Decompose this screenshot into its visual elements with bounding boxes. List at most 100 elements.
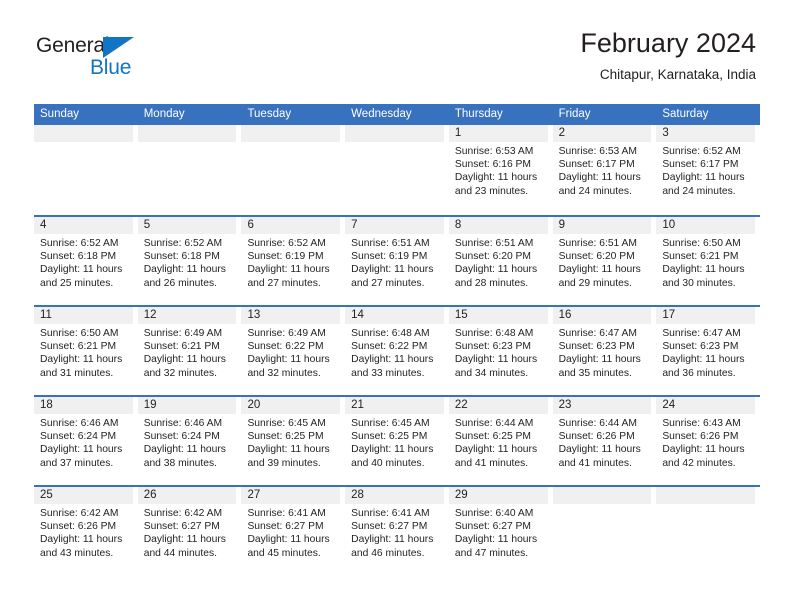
day-number-band: 4 [34, 217, 133, 234]
day-number-band [241, 125, 341, 142]
day-number-band [552, 487, 652, 504]
calendar-day-cell[interactable]: 22 Sunrise: 6:44 AM Sunset: 6:25 PM Dayligh… [448, 397, 553, 485]
day-number-band: 17 [656, 307, 756, 324]
calendar-week-row: 25 Sunrise: 6:42 AM Sunset: 6:26 PM Dayligh… [34, 485, 760, 575]
day-number-band: 11 [34, 307, 133, 324]
calendar-day-cell[interactable]: 17 Sunrise: 6:47 AM Sunset: 6:23 PM Dayligh… [656, 307, 760, 395]
calendar-day-cell[interactable]: 25 Sunrise: 6:42 AM Sunset: 6:26 PM Dayligh… [34, 487, 138, 575]
calendar-day-cell[interactable]: 29 Sunrise: 6:40 AM Sunset: 6:27 PM Dayligh… [448, 487, 553, 575]
calendar-day-cell[interactable]: 12 Sunrise: 6:49 AM Sunset: 6:21 PM Dayligh… [137, 307, 242, 395]
sunset-text: Sunset: 6:26 PM [558, 431, 635, 443]
daylight-text-line1: Daylight: 11 hours [40, 354, 123, 366]
daylight-text-line1: Daylight: 11 hours [351, 264, 434, 276]
calendar-day-cell[interactable]: 15 Sunrise: 6:48 AM Sunset: 6:23 PM Dayligh… [448, 307, 553, 395]
day-number-band: 9 [552, 217, 652, 234]
calendar-day-cell[interactable]: 9 Sunrise: 6:51 AM Sunset: 6:20 PM Daylight… [552, 217, 657, 305]
day-sun-info: Sunrise: 6:50 AM Sunset: 6:21 PM Daylight:… [656, 234, 758, 290]
day-number: 18 [40, 399, 53, 411]
day-sun-info: Sunrise: 6:47 AM Sunset: 6:23 PM Daylight:… [656, 324, 758, 380]
day-number: 23 [558, 399, 572, 411]
sunrise-text: Sunrise: 6:42 AM [40, 508, 119, 519]
calendar-day-cell[interactable]: 6 Sunrise: 6:52 AM Sunset: 6:19 PM Daylight… [241, 217, 345, 305]
day-number-band: 16 [552, 307, 652, 324]
calendar-day-cell[interactable]: 20 Sunrise: 6:45 AM Sunset: 6:25 PM Dayligh… [241, 397, 345, 485]
daylight-text-line2: and 25 minutes. [40, 277, 114, 289]
calendar-day-cell[interactable]: 4 Sunrise: 6:52 AM Sunset: 6:18 PM Daylight… [34, 217, 138, 305]
weekday-header-friday: Friday [558, 108, 591, 120]
day-number: 2 [558, 127, 565, 139]
daylight-text-line2: and 24 minutes. [558, 185, 632, 197]
day-sun-info: Sunrise: 6:44 AM Sunset: 6:25 PM Daylight:… [449, 414, 551, 470]
calendar-day-cell-empty [345, 125, 449, 215]
day-number: 24 [662, 399, 676, 411]
daylight-text-line1: Daylight: 11 hours [662, 354, 745, 366]
sunset-text: Sunset: 6:25 PM [351, 431, 428, 443]
daylight-text-line1: Daylight: 11 hours [454, 444, 538, 456]
sunset-text: Sunset: 6:19 PM [247, 251, 324, 263]
day-number: 16 [558, 309, 572, 321]
day-sun-info: Sunrise: 6:43 AM Sunset: 6:26 PM Daylight:… [656, 414, 758, 470]
daylight-text-line1: Daylight: 11 hours [454, 264, 538, 276]
daylight-text-line1: Daylight: 11 hours [454, 534, 538, 546]
daylight-text-line1: Daylight: 11 hours [351, 534, 434, 546]
day-number: 13 [247, 309, 261, 321]
daylight-text-line1: Daylight: 11 hours [143, 534, 226, 546]
day-sun-info: Sunrise: 6:51 AM Sunset: 6:20 PM Daylight:… [553, 234, 655, 290]
sunrise-text: Sunrise: 6:49 AM [247, 328, 326, 339]
calendar-day-cell[interactable]: 8 Sunrise: 6:51 AM Sunset: 6:20 PM Daylight… [448, 217, 553, 305]
calendar-day-cell[interactable]: 2 Sunrise: 6:53 AM Sunset: 6:17 PM Daylight… [552, 125, 657, 215]
day-number: 1 [454, 127, 462, 139]
daylight-text-line2: and 29 minutes. [558, 277, 632, 289]
day-number: 25 [40, 489, 53, 501]
general-blue-logo[interactable]: General Blue [36, 34, 206, 88]
calendar-day-cell[interactable]: 10 Sunrise: 6:50 AM Sunset: 6:21 PM Dayligh… [656, 217, 760, 305]
daylight-text-line1: Daylight: 11 hours [454, 354, 538, 366]
day-number: 14 [351, 309, 364, 321]
calendar-day-cell[interactable]: 28 Sunrise: 6:41 AM Sunset: 6:27 PM Dayligh… [345, 487, 449, 575]
daylight-text-line2: and 24 minutes. [662, 185, 736, 197]
calendar-day-cell[interactable]: 23 Sunrise: 6:44 AM Sunset: 6:26 PM Dayligh… [552, 397, 657, 485]
sunset-text: Sunset: 6:18 PM [143, 251, 220, 263]
daylight-text-line1: Daylight: 11 hours [40, 444, 123, 456]
calendar-week-row: 18 Sunrise: 6:46 AM Sunset: 6:24 PM Dayligh… [34, 395, 760, 485]
daylight-text-line2: and 31 minutes. [40, 367, 114, 379]
calendar-day-cell[interactable]: 3 Sunrise: 6:52 AM Sunset: 6:17 PM Daylight… [656, 125, 760, 215]
sunrise-text: Sunrise: 6:52 AM [662, 146, 741, 157]
calendar-day-cell[interactable]: 1 Sunrise: 6:53 AM Sunset: 6:16 PM Daylight… [448, 125, 553, 215]
calendar-weeks: 1 Sunrise: 6:53 AM Sunset: 6:16 PM Daylight… [34, 125, 760, 575]
day-sun-info: Sunrise: 6:52 AM Sunset: 6:18 PM Daylight:… [138, 234, 240, 290]
calendar-day-cell[interactable]: 18 Sunrise: 6:46 AM Sunset: 6:24 PM Dayligh… [34, 397, 138, 485]
sunset-text: Sunset: 6:23 PM [454, 341, 532, 353]
calendar-day-cell[interactable]: 19 Sunrise: 6:46 AM Sunset: 6:24 PM Dayligh… [137, 397, 242, 485]
daylight-text-line2: and 44 minutes. [143, 547, 217, 559]
day-number: 29 [454, 489, 468, 501]
calendar-day-cell-empty [34, 125, 138, 215]
calendar-day-cell[interactable]: 7 Sunrise: 6:51 AM Sunset: 6:19 PM Daylight… [345, 217, 449, 305]
day-number-band: 15 [448, 307, 548, 324]
daylight-text-line2: and 43 minutes. [40, 547, 114, 559]
sunrise-text: Sunrise: 6:53 AM [454, 146, 534, 157]
daylight-text-line2: and 41 minutes. [454, 457, 529, 469]
calendar-day-cell[interactable]: 16 Sunrise: 6:47 AM Sunset: 6:23 PM Dayligh… [552, 307, 657, 395]
day-sun-info: Sunrise: 6:42 AM Sunset: 6:26 PM Daylight:… [34, 504, 136, 560]
calendar-day-cell[interactable]: 24 Sunrise: 6:43 AM Sunset: 6:26 PM Dayligh… [656, 397, 760, 485]
sunrise-text: Sunrise: 6:42 AM [143, 508, 223, 519]
sunset-text: Sunset: 6:17 PM [558, 159, 635, 171]
calendar-day-cell[interactable]: 5 Sunrise: 6:52 AM Sunset: 6:18 PM Daylight… [137, 217, 242, 305]
sunrise-text: Sunrise: 6:51 AM [454, 238, 534, 249]
daylight-text-line2: and 47 minutes. [454, 547, 529, 559]
sunset-text: Sunset: 6:26 PM [662, 431, 739, 443]
calendar-day-cell[interactable]: 27 Sunrise: 6:41 AM Sunset: 6:27 PM Dayligh… [241, 487, 345, 575]
day-number: 26 [143, 489, 157, 501]
calendar-day-cell[interactable]: 21 Sunrise: 6:45 AM Sunset: 6:25 PM Dayligh… [345, 397, 449, 485]
calendar-day-cell[interactable]: 26 Sunrise: 6:42 AM Sunset: 6:27 PM Dayligh… [137, 487, 242, 575]
daylight-text-line1: Daylight: 11 hours [143, 264, 226, 276]
calendar-day-cell[interactable]: 13 Sunrise: 6:49 AM Sunset: 6:22 PM Dayligh… [241, 307, 345, 395]
calendar-day-cell[interactable]: 11 Sunrise: 6:50 AM Sunset: 6:21 PM Dayligh… [34, 307, 138, 395]
daylight-text-line1: Daylight: 11 hours [351, 354, 434, 366]
calendar-day-cell[interactable]: 14 Sunrise: 6:48 AM Sunset: 6:22 PM Dayligh… [345, 307, 449, 395]
sunset-text: Sunset: 6:25 PM [247, 431, 324, 443]
sunset-text: Sunset: 6:27 PM [247, 521, 324, 533]
sunrise-text: Sunrise: 6:41 AM [351, 508, 430, 519]
sunrise-text: Sunrise: 6:53 AM [558, 146, 638, 157]
